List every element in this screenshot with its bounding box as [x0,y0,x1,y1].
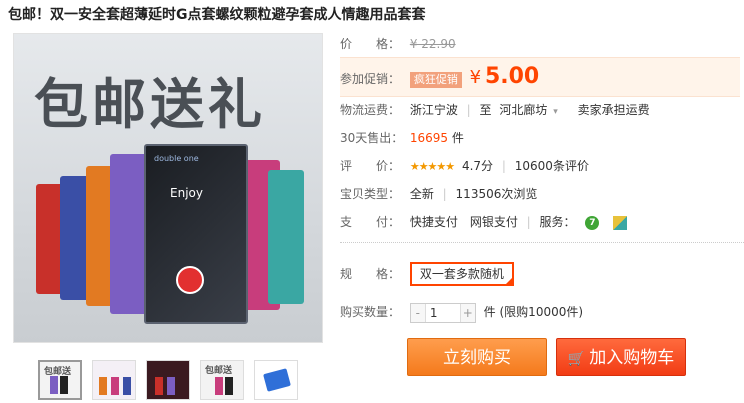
thumbnail-1[interactable]: 包邮送 [38,360,82,400]
sales-label: 30天售出： [340,131,404,145]
thumbnail-box-icon [215,377,223,395]
box-label: Enjoy [170,186,203,200]
ship-from: 浙江宁波 [409,103,458,117]
rating-separator: | [501,159,506,173]
spec-row: 规 格： 双一套多款随机 [340,260,514,288]
thumbnail-3[interactable] [146,360,190,400]
promo-row: 参加促销： 疯狂促销 ¥ 5.00 [340,62,539,92]
type-separator: | [442,187,447,201]
thumbnail-2[interactable] [92,360,136,400]
product-main-image[interactable]: 包邮送礼 Enjoy double one [13,33,323,343]
thumbnail-strip: 包邮送 包邮送 [38,360,298,400]
currency-symbol: ¥ [469,67,482,88]
review-count[interactable]: 10600条评价 [515,159,589,173]
product-title: 包邮！双一安全套超薄延时G点套螺纹颗粒避孕套成人情趣用品套套 [8,7,426,23]
spec-option-selected[interactable]: 双一套多款随机 [409,262,514,286]
promo-label: 参加促销： [340,72,401,86]
rating-label: 评 价： [340,159,401,173]
thumbnail-box-icon [99,377,107,395]
price-label: 价 格： [340,37,401,51]
box-logo-icon [176,266,204,294]
guarantee-icon[interactable] [613,215,628,230]
payment-label: 支 付： [340,215,401,229]
chevron-down-icon[interactable]: ▾ [553,107,558,117]
price-row: 价 格： ¥ 22.90 [340,32,456,56]
add-to-cart-label: 加入购物车 [589,348,675,368]
ship-separator: | [466,103,471,117]
buy-now-button[interactable]: 立刻购买 [407,338,547,376]
section-divider [340,242,744,243]
thumbnail-package-icon [263,368,291,392]
type-label: 宝贝类型： [340,187,401,201]
quantity-input[interactable]: 1 [424,303,461,322]
rating-stars-icon: ★★★★★ [409,160,455,173]
sales-unit: 件 [451,131,464,145]
shipping-label: 物流运费： [340,103,401,117]
view-count: 113506次浏览 [455,187,538,201]
thumbnail-promo-icon: 包邮送 [205,366,233,376]
quantity-unit: 件 [483,305,496,319]
item-condition: 全新 [409,187,434,201]
spec-label: 规 格： [340,267,401,281]
rating-row: 评 价： ★★★★★ 4.7分 | 10600条评价 [340,154,589,178]
payment-methods: 快捷支付 网银支付 [409,215,518,229]
type-row: 宝贝类型： 全新 | 113506次浏览 [340,182,537,206]
ship-to-select[interactable]: 河北廊坊 [499,103,547,117]
sales-count: 16695 [409,131,449,145]
cart-icon: 🛒 [567,351,586,367]
thumbnail-box-icon [111,377,119,395]
thumbnail-box-icon [60,376,68,394]
product-box-black: Enjoy double one [144,144,248,324]
decrease-button[interactable]: - [410,303,425,322]
shipping-fee: 卖家承担运费 [577,103,650,117]
seven-day-return-icon[interactable]: 7 [585,215,600,230]
payment-separator: | [526,215,531,229]
add-to-cart-button[interactable]: 🛒 加入购物车 [556,338,686,376]
ship-to-prefix: 至 [479,103,492,117]
quantity-stepper[interactable]: - 1 + [409,302,476,323]
thumbnail-4[interactable]: 包邮送 [200,360,244,400]
box-brand: double one [154,154,199,163]
quantity-label: 购买数量： [340,305,401,319]
promo-price: 5.00 [484,64,540,89]
promo-tag: 疯狂促销 [409,71,462,88]
thumbnail-5[interactable] [254,360,298,400]
thumbnail-box-icon [225,377,233,395]
original-price: ¥ 22.90 [409,37,456,51]
sales-row: 30天售出： 16695 件 [340,126,464,150]
product-box-teal [268,170,304,304]
quantity-row: 购买数量： - 1 + 件 (限购10000件) [340,300,583,324]
promo-text: 包邮送礼 [34,72,266,136]
thumbnail-box-icon [123,377,131,395]
shipping-row: 物流运费： 浙江宁波 | 至 河北廊坊 ▾ 卖家承担运费 [340,98,650,122]
rating-score: 4.7分 [461,159,494,173]
thumbnail-box-icon [50,376,58,394]
service-label: 服务： [539,215,576,229]
thumbnail-box-icon [155,377,163,395]
payment-row: 支 付： 快捷支付 网银支付 | 服务： 7 [340,210,628,234]
increase-button[interactable]: + [460,303,475,322]
purchase-limit: (限购10000件) [499,305,584,319]
thumbnail-box-icon [167,377,175,395]
